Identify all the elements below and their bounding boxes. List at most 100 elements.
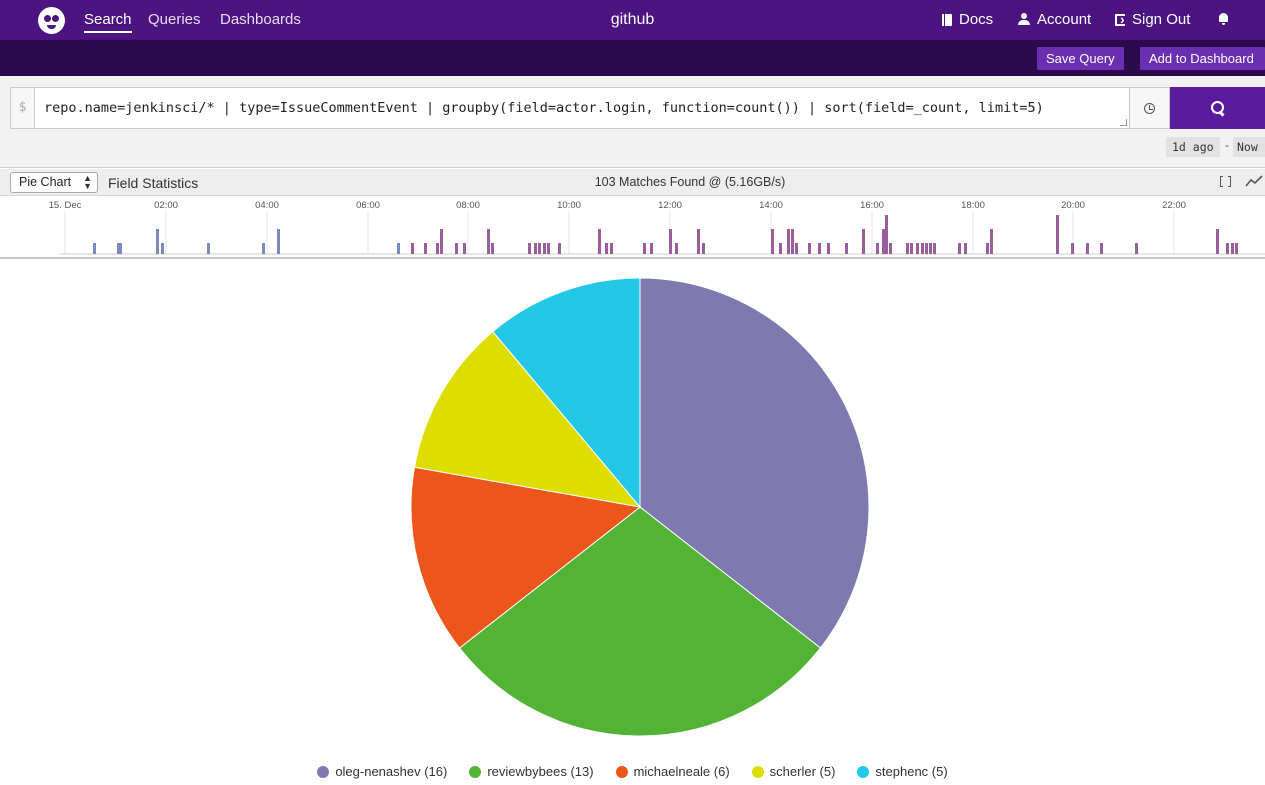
histogram-bar[interactable] — [925, 243, 928, 254]
histogram-bar[interactable] — [916, 243, 919, 254]
histogram-bar[interactable] — [1231, 243, 1234, 254]
histogram-bar[interactable] — [487, 229, 490, 254]
histogram-bar[interactable] — [787, 229, 790, 254]
histogram-bar[interactable] — [1071, 243, 1074, 254]
nav-search[interactable]: Search — [84, 11, 132, 33]
legend-item-michaelneale[interactable]: michaelneale (6) — [615, 764, 730, 779]
top-nav: Search Queries Dashboards github Docs Ac… — [0, 0, 1265, 40]
histogram-bar[interactable] — [156, 229, 159, 254]
histogram-bar[interactable] — [598, 229, 601, 254]
histogram-bar[interactable] — [1216, 229, 1219, 254]
histogram-bar[interactable] — [558, 243, 561, 254]
legend-swatch — [469, 765, 482, 778]
histogram-bar[interactable] — [1135, 243, 1138, 254]
histogram-bar[interactable] — [958, 243, 961, 254]
time-end-chip[interactable]: Now — [1233, 137, 1265, 157]
event-histogram[interactable]: 15. Dec 02:00 04:00 06:00 08:00 10:00 12:00 14:… — [0, 197, 1265, 259]
trend-icon[interactable] — [1245, 174, 1263, 188]
histogram-bar[interactable] — [845, 243, 848, 254]
histogram-bar[interactable] — [543, 243, 546, 254]
histogram-bar[interactable] — [424, 243, 427, 254]
histogram-bar[interactable] — [986, 243, 989, 254]
histogram-bar[interactable] — [933, 243, 936, 254]
histogram-tick-label: 14:00 — [759, 200, 783, 211]
notifications-button[interactable] — [1218, 13, 1229, 25]
histogram-bar[interactable] — [119, 243, 122, 254]
docs-link[interactable]: Docs — [942, 11, 993, 28]
fullscreen-icon[interactable] — [1220, 174, 1231, 189]
histogram-bar[interactable] — [491, 243, 494, 254]
histogram-bar[interactable] — [885, 215, 888, 254]
histogram-bar[interactable] — [436, 243, 439, 254]
time-start-chip[interactable]: 1d ago — [1166, 137, 1220, 157]
histogram-bar[interactable] — [455, 243, 458, 254]
histogram-bar[interactable] — [397, 243, 400, 254]
histogram-bar[interactable] — [906, 243, 909, 254]
field-statistics-tab[interactable]: Field Statistics — [108, 175, 198, 191]
histogram-bar[interactable] — [207, 243, 210, 254]
histogram-bar[interactable] — [669, 229, 672, 254]
histogram-bar[interactable] — [791, 229, 794, 254]
histogram-bar[interactable] — [771, 229, 774, 254]
histogram-bar[interactable] — [697, 229, 700, 254]
histogram-bar[interactable] — [1226, 243, 1229, 254]
histogram-bar[interactable] — [827, 243, 830, 254]
sign-out-link[interactable]: Sign Out — [1115, 11, 1190, 28]
histogram-bar[interactable] — [889, 243, 892, 254]
account-link[interactable]: Account — [1018, 11, 1091, 28]
visualization-value: Pie Chart — [19, 175, 72, 189]
add-to-dashboard-button[interactable]: Add to Dashboard — [1140, 47, 1265, 70]
account-label: Account — [1037, 11, 1092, 28]
histogram-bar[interactable] — [538, 243, 541, 254]
legend-swatch — [857, 765, 870, 778]
histogram-bar[interactable] — [1100, 243, 1103, 254]
histogram-bar[interactable] — [277, 229, 280, 254]
histogram-bar[interactable] — [1056, 215, 1059, 254]
histogram-bar[interactable] — [929, 243, 932, 254]
histogram-bar[interactable] — [528, 243, 531, 254]
histogram-bar[interactable] — [862, 229, 865, 254]
time-separator: - — [1225, 138, 1229, 152]
histogram-bar[interactable] — [93, 243, 96, 254]
legend-item-stephenc[interactable]: stephenc (5) — [857, 764, 948, 779]
histogram-bar[interactable] — [440, 229, 443, 254]
legend-label: reviewbybees (13) — [487, 764, 594, 779]
time-picker-button[interactable] — [1129, 87, 1170, 129]
run-search-button[interactable] — [1170, 87, 1265, 129]
legend-swatch — [751, 765, 764, 778]
histogram-bar[interactable] — [818, 243, 821, 254]
histogram-bar[interactable] — [161, 243, 164, 254]
histogram-bar[interactable] — [910, 243, 913, 254]
histogram-bar[interactable] — [808, 243, 811, 254]
histogram-bar[interactable] — [795, 243, 798, 254]
histogram-bar[interactable] — [876, 243, 879, 254]
histogram-bar[interactable] — [534, 243, 537, 254]
histogram-bar[interactable] — [921, 243, 924, 254]
nav-queries[interactable]: Queries — [148, 11, 201, 28]
legend-item-scherler[interactable]: scherler (5) — [751, 764, 835, 779]
histogram-bar[interactable] — [990, 229, 993, 254]
histogram-bar[interactable] — [650, 243, 653, 254]
histogram-bar[interactable] — [702, 243, 705, 254]
histogram-bar[interactable] — [262, 243, 265, 254]
histogram-bar[interactable] — [463, 243, 466, 254]
visualization-select[interactable]: Pie Chart ▲ ▼ — [10, 172, 98, 193]
histogram-bar[interactable] — [964, 243, 967, 254]
legend-item-oleg-nenashev[interactable]: oleg-nenashev (16) — [317, 764, 447, 779]
histogram-bar[interactable] — [643, 243, 646, 254]
histogram-bar[interactable] — [1086, 243, 1089, 254]
histogram-bar[interactable] — [605, 243, 608, 254]
resize-handle[interactable] — [1120, 119, 1127, 126]
histogram-bar[interactable] — [411, 243, 414, 254]
histogram-bar[interactable] — [610, 243, 613, 254]
histogram-bar[interactable] — [1235, 243, 1238, 254]
owl-logo-icon[interactable] — [38, 7, 65, 34]
histogram-bar[interactable] — [547, 243, 550, 254]
nav-dashboards[interactable]: Dashboards — [220, 11, 301, 28]
query-input[interactable]: repo.name=jenkinsci/* | type=IssueCommen… — [34, 87, 1130, 129]
save-query-button[interactable]: Save Query — [1037, 47, 1124, 70]
histogram-bar[interactable] — [675, 243, 678, 254]
histogram-bar[interactable] — [779, 243, 782, 254]
legend-item-reviewbybees[interactable]: reviewbybees (13) — [469, 764, 594, 779]
histogram-bar[interactable] — [882, 229, 885, 254]
